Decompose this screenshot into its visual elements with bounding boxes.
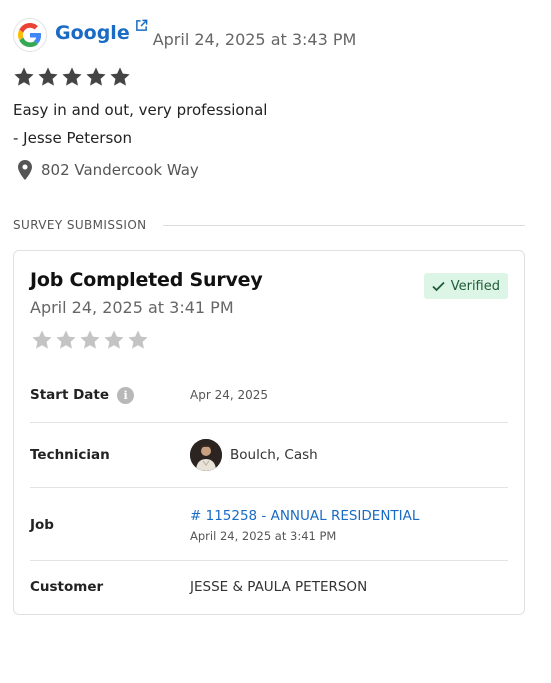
verified-label: Verified: [450, 278, 500, 294]
survey-card: Job Completed Survey April 24, 2025 at 3…: [13, 250, 525, 615]
star-icon: [86, 67, 106, 86]
verified-badge: Verified: [423, 273, 508, 299]
star-icon[interactable]: [31, 329, 53, 351]
row-divider: [30, 487, 508, 488]
technician-label: Technician: [30, 447, 110, 463]
location-text: 802 Vandercook Way: [41, 161, 199, 179]
survey-rating: [31, 329, 149, 353]
start-date-row: Start Date i Apr 24, 2025: [30, 385, 508, 405]
job-date: April 24, 2025 at 3:41 PM: [190, 528, 337, 543]
survey-title: Job Completed Survey: [30, 269, 263, 291]
info-icon[interactable]: i: [117, 386, 135, 404]
technician-row: Technician Boulch, Cash: [30, 439, 508, 471]
external-link-icon[interactable]: [135, 19, 148, 37]
google-logo-icon: [13, 18, 47, 52]
technician-name: Boulch, Cash: [230, 447, 318, 463]
job-value: # 115258 - ANNUAL RESIDENTIAL April 24, …: [190, 508, 419, 543]
review-header: Google April 24, 2025 at 3:43 PM: [13, 17, 533, 53]
star-icon: [110, 67, 130, 86]
star-icon: [62, 67, 82, 86]
star-icon[interactable]: [127, 329, 149, 351]
customer-row: Customer JESSE & PAULA PETERSON: [30, 577, 508, 597]
customer-label: Customer: [30, 579, 104, 595]
section-divider: [162, 224, 525, 226]
check-icon: [432, 281, 445, 291]
start-date-value: Apr 24, 2025: [190, 388, 269, 402]
star-icon[interactable]: [55, 329, 77, 351]
review-location: 802 Vandercook Way: [13, 158, 533, 182]
job-link[interactable]: # 115258 - ANNUAL RESIDENTIAL: [190, 508, 419, 524]
avatar: [190, 439, 222, 471]
location-pin-icon: [18, 160, 32, 180]
review-text: Easy in and out, very professional: [13, 101, 268, 119]
section-label: SURVEY SUBMISSION: [13, 218, 147, 232]
star-icon: [14, 67, 34, 86]
survey-section-header: SURVEY SUBMISSION: [13, 216, 525, 234]
review-card: Google April 24, 2025 at 3:43 PM Easy in…: [13, 17, 533, 182]
review-source-name[interactable]: Google: [55, 23, 130, 43]
technician-value[interactable]: Boulch, Cash: [190, 439, 318, 471]
review-author: - Jesse Peterson: [13, 129, 132, 147]
row-divider: [30, 422, 508, 423]
row-divider: [30, 560, 508, 561]
customer-value[interactable]: JESSE & PAULA PETERSON: [190, 579, 367, 595]
survey-date: April 24, 2025 at 3:41 PM: [30, 298, 234, 317]
review-rating: [13, 66, 533, 92]
job-label: Job: [30, 517, 54, 533]
star-icon: [38, 67, 58, 86]
review-date: April 24, 2025 at 3:43 PM: [152, 29, 357, 49]
star-icon[interactable]: [79, 329, 101, 351]
star-icon[interactable]: [103, 329, 125, 351]
start-date-label: Start Date: [30, 387, 110, 403]
job-row: Job # 115258 - ANNUAL RESIDENTIAL April …: [30, 505, 508, 545]
